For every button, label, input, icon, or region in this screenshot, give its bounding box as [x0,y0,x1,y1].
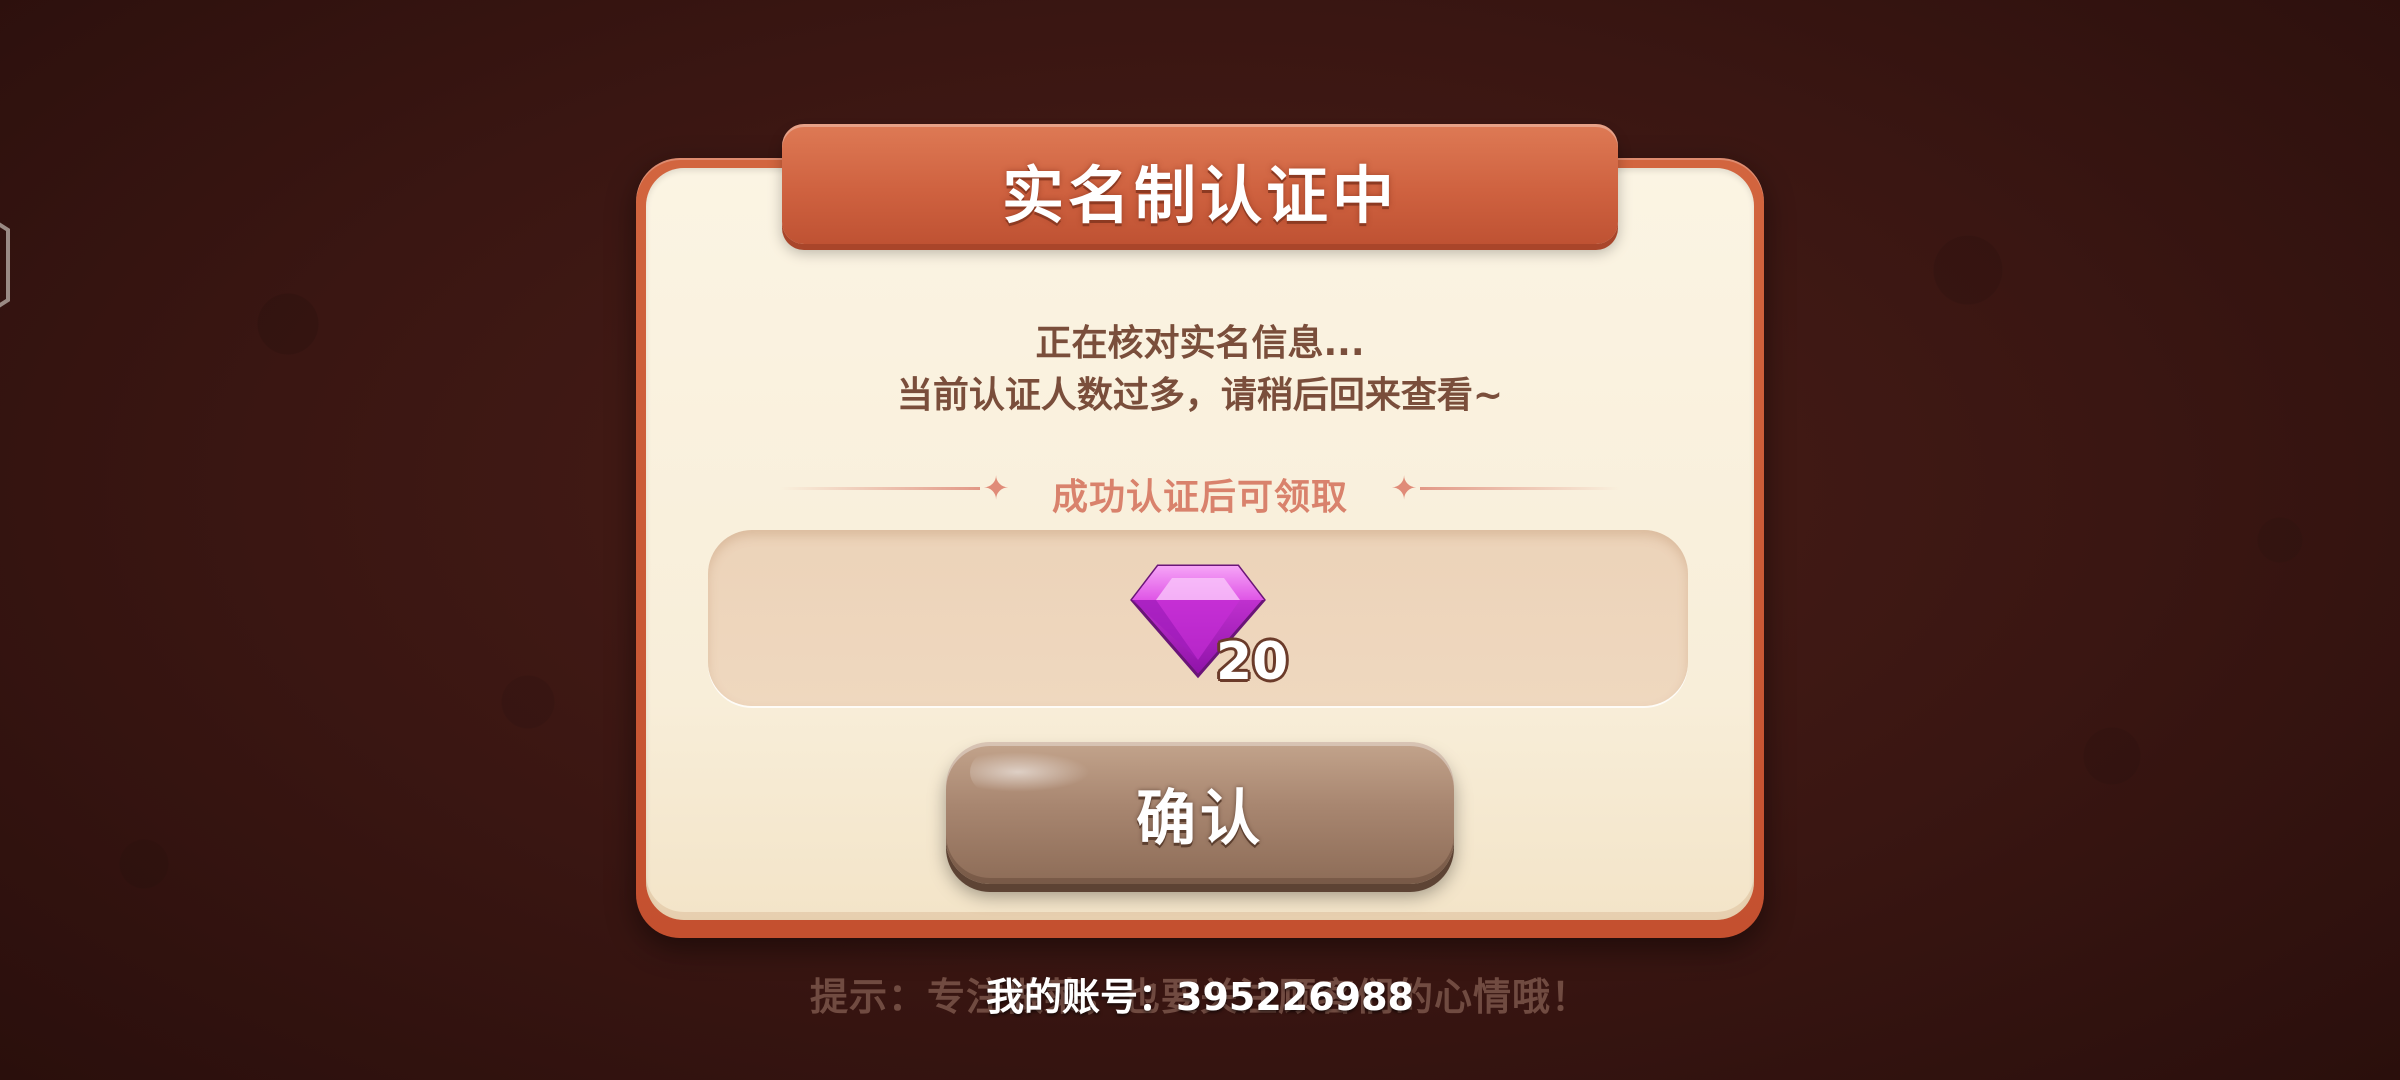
status-message: 正在核对实名信息... [1035,323,1365,364]
reward-count: 20 [1216,632,1289,692]
confirm-button[interactable]: 确认 [946,742,1454,884]
side-edge-icon[interactable] [0,210,14,320]
divider-line-left [780,487,980,490]
divider-line-right [1420,487,1620,490]
account-id: 我的账号：395226988 [986,975,1414,1019]
reward-header: 成功认证后可领取 [1051,477,1348,518]
button-shine [970,752,1090,792]
reward-divider: ✦ 成功认证后可领取 ✦ [780,469,1620,518]
wait-message: 当前认证人数过多，请稍后回来查看~ [896,375,1504,416]
title-banner: 实名制认证中 [782,124,1618,244]
dialog-title: 实名制认证中 [1001,159,1398,232]
footer: 提示：专注做菜，也要关注顾客们的心情哦！ 我的账号：395226988 [0,966,2400,1026]
star-icon: ✦ [1390,469,1418,507]
confirm-label: 确认 [1136,783,1264,854]
star-icon: ✦ [982,469,1010,507]
